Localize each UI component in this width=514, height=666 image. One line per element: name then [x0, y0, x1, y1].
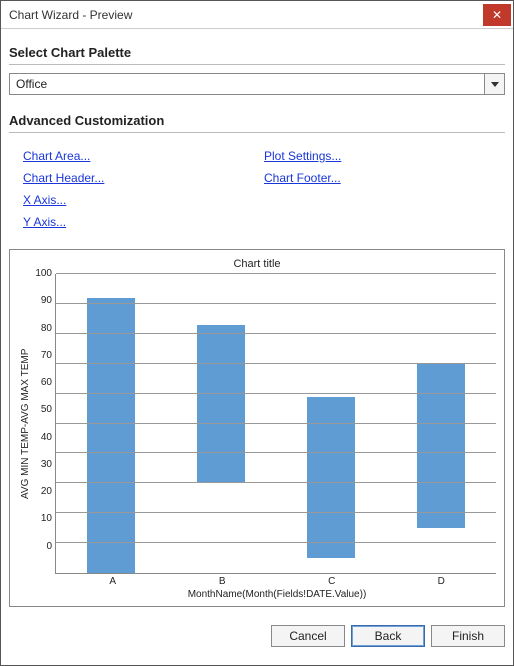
link-chart-area[interactable]: Chart Area... — [23, 149, 90, 163]
gridline — [56, 423, 496, 424]
link-plot-settings[interactable]: Plot Settings... — [264, 149, 341, 163]
gridline — [56, 363, 496, 364]
bar — [417, 364, 465, 528]
bar-slot — [166, 274, 276, 573]
content-area: Select Chart Palette Office Advanced Cus… — [1, 29, 513, 615]
advanced-links: Chart Area... Chart Header... X Axis... … — [9, 141, 505, 235]
x-tick: B — [168, 574, 278, 587]
y-tick: 100 — [33, 268, 55, 295]
back-button[interactable]: Back — [351, 625, 425, 647]
finish-button[interactable]: Finish — [431, 625, 505, 647]
y-tick: 70 — [33, 350, 55, 377]
x-tick: C — [277, 574, 387, 587]
link-chart-header[interactable]: Chart Header... — [23, 171, 104, 185]
window-title: Chart Wizard - Preview — [9, 8, 483, 22]
y-tick: 90 — [33, 295, 55, 322]
chart-title: Chart title — [18, 256, 496, 274]
bar — [197, 325, 245, 483]
gridline — [56, 512, 496, 513]
x-axis-label: MonthName(Month(Fields!DATE.Value)) — [18, 587, 496, 602]
chart-preview: Chart title AVG MIN TEMP-AVG MAX TEMP 10… — [9, 249, 505, 607]
close-icon: ✕ — [492, 8, 502, 22]
button-row: Cancel Back Finish — [1, 615, 513, 655]
chart-body: AVG MIN TEMP-AVG MAX TEMP 100 90807060504… — [18, 274, 496, 574]
palette-dropdown[interactable]: Office — [9, 73, 505, 95]
gridline — [56, 393, 496, 394]
gridline — [56, 273, 496, 274]
y-tick: 30 — [33, 459, 55, 486]
y-tick: 10 — [33, 513, 55, 540]
y-tick: 20 — [33, 486, 55, 513]
gridline — [56, 452, 496, 453]
advanced-label: Advanced Customization — [9, 107, 505, 130]
y-tick: 50 — [33, 404, 55, 431]
palette-value: Office — [10, 77, 484, 91]
x-tick: D — [387, 574, 497, 587]
bar-slot — [56, 274, 166, 573]
divider — [9, 64, 505, 65]
cancel-button[interactable]: Cancel — [271, 625, 345, 647]
gridline — [56, 542, 496, 543]
links-col-left: Chart Area... Chart Header... X Axis... … — [23, 149, 264, 229]
y-tick: 0 — [33, 541, 55, 568]
gridline — [56, 303, 496, 304]
x-ticks: ABCD — [58, 574, 496, 587]
titlebar: Chart Wizard - Preview ✕ — [1, 1, 513, 29]
y-tick: 60 — [33, 377, 55, 404]
gridline — [56, 333, 496, 334]
close-button[interactable]: ✕ — [483, 4, 511, 26]
y-axis-label: AVG MIN TEMP-AVG MAX TEMP — [18, 274, 33, 574]
y-tick: 80 — [33, 323, 55, 350]
link-x-axis[interactable]: X Axis... — [23, 193, 66, 207]
gridline — [56, 482, 496, 483]
bar-slot — [386, 274, 496, 573]
chevron-down-icon — [491, 82, 499, 87]
links-col-right: Plot Settings... Chart Footer... — [264, 149, 505, 229]
x-tick: A — [58, 574, 168, 587]
divider — [9, 132, 505, 133]
bar-slot — [276, 274, 386, 573]
palette-label: Select Chart Palette — [9, 39, 505, 62]
link-chart-footer[interactable]: Chart Footer... — [264, 171, 341, 185]
bar — [307, 397, 355, 558]
bar — [87, 298, 135, 573]
bars-container — [56, 274, 496, 573]
plot-area — [55, 274, 496, 574]
dropdown-arrow[interactable] — [484, 74, 504, 94]
link-y-axis[interactable]: Y Axis... — [23, 215, 66, 229]
y-ticks: 1009080706050403020100 — [33, 274, 55, 574]
y-tick: 40 — [33, 432, 55, 459]
